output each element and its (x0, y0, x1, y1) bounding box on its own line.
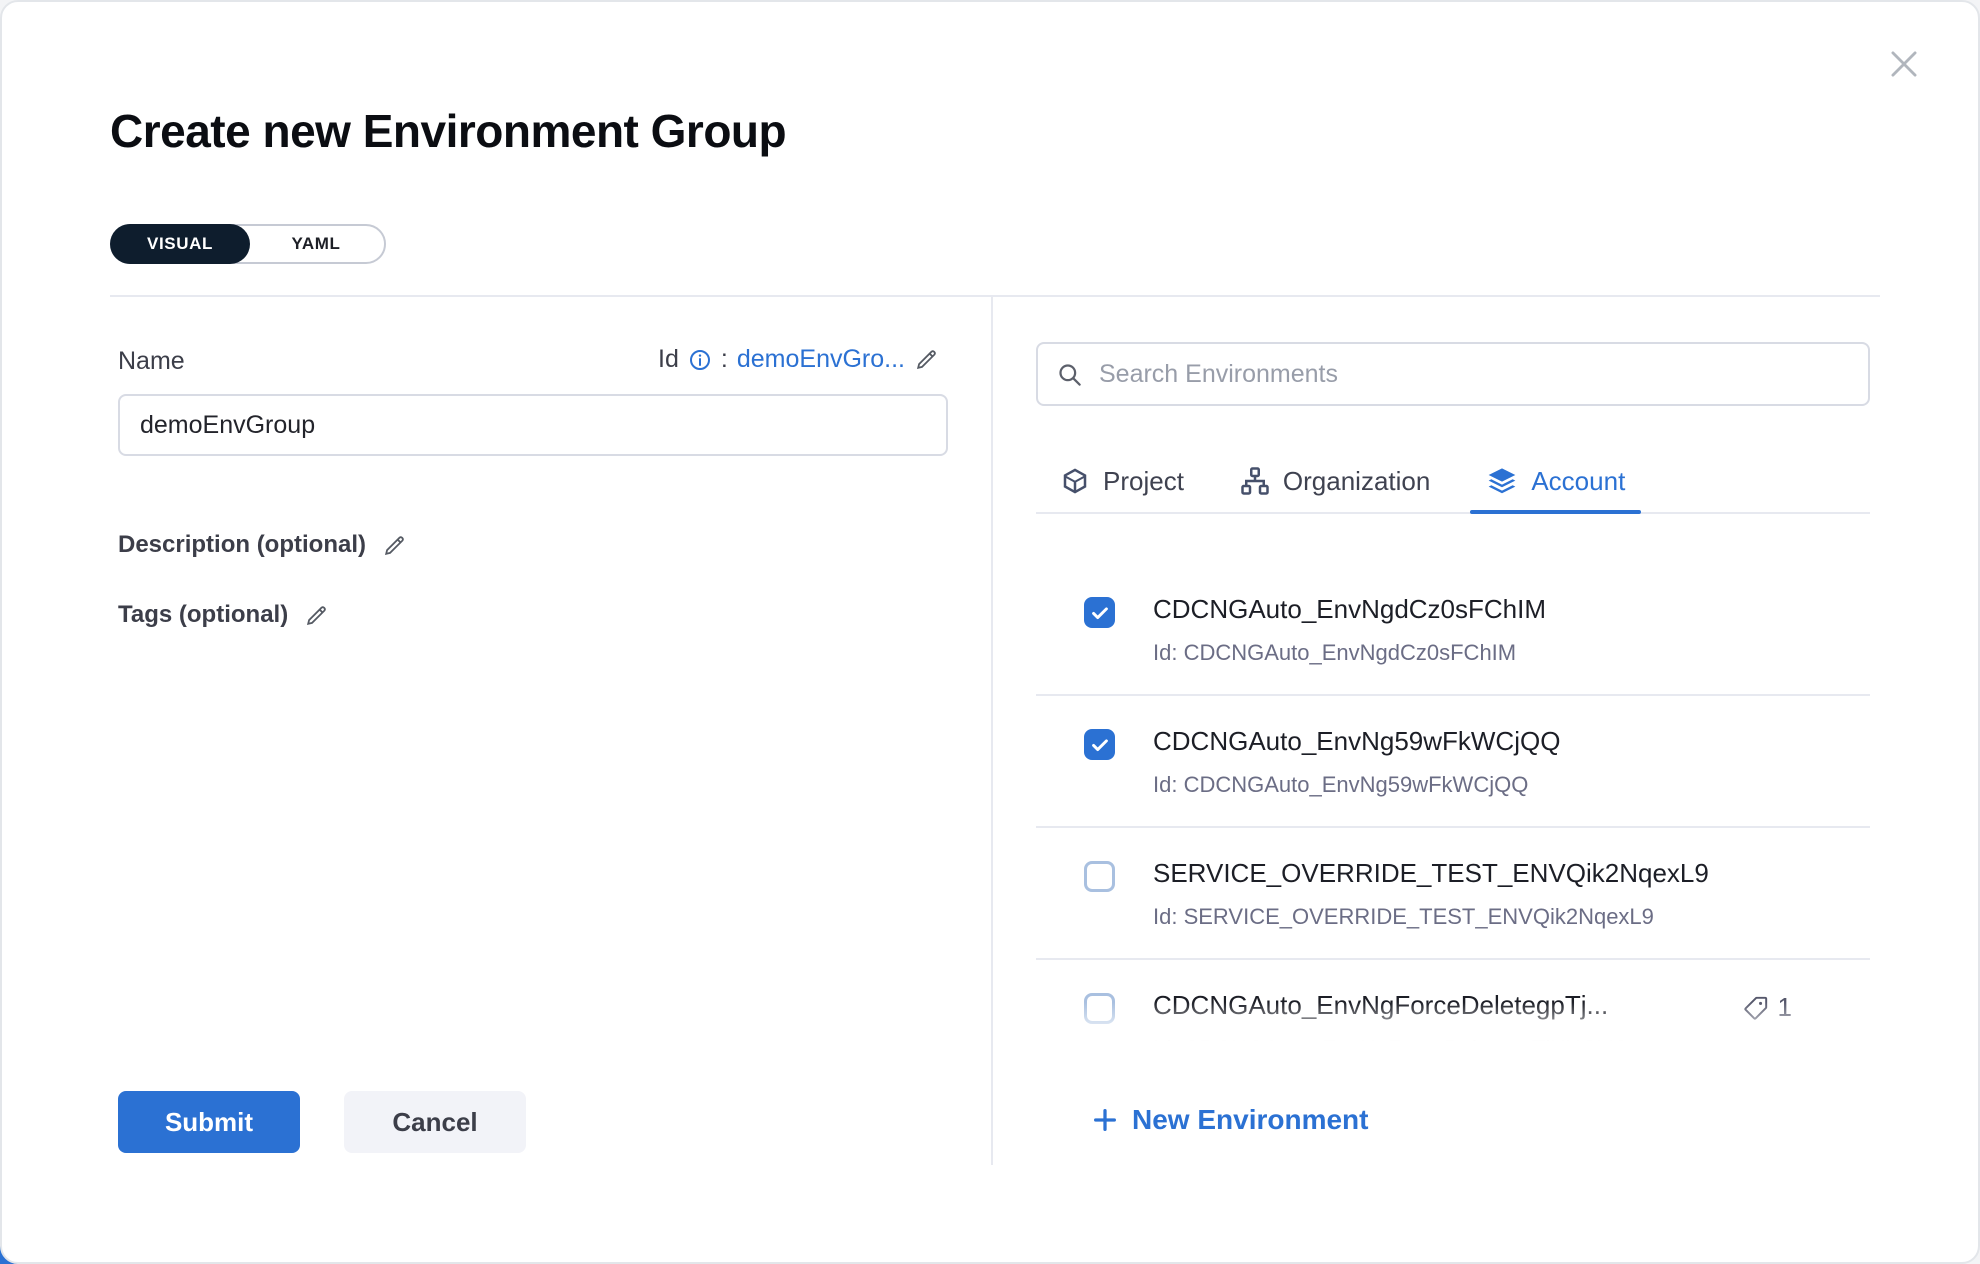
horizontal-divider (110, 295, 1880, 297)
visual-yaml-toggle: VISUAL YAML (110, 224, 386, 264)
search-icon (1056, 361, 1083, 388)
environment-id: Id: CDCNGAuto_EnvNgForceDeletegpTjXUQVQ (1153, 1036, 1630, 1048)
environment-list: CDCNGAuto_EnvNgdCz0sFChIM Id: CDCNGAuto_… (1036, 514, 1870, 1048)
id-label: Id (658, 345, 679, 374)
environment-id: Id: SERVICE_OVERRIDE_TEST_ENVQik2NqexL9 (1153, 904, 1709, 930)
toggle-visual[interactable]: VISUAL (110, 224, 250, 264)
create-environment-group-modal: Create new Environment Group VISUAL YAML… (0, 0, 1980, 1264)
checkbox-unchecked[interactable] (1084, 993, 1115, 1024)
tag-count: 1 (1778, 992, 1792, 1023)
close-icon[interactable] (1882, 42, 1926, 86)
scope-tabs: Project Organization Account (1036, 450, 1870, 514)
checkbox-unchecked[interactable] (1084, 861, 1115, 892)
tags-row: Tags (optional) (118, 601, 329, 629)
org-icon (1240, 466, 1270, 496)
tab-account-label: Account (1531, 466, 1625, 497)
environment-row[interactable]: CDCNGAuto_EnvNgForceDeletegpTj... Id: CD… (1036, 960, 1870, 1048)
edit-tags-pencil-icon[interactable] (304, 603, 329, 628)
environment-name: CDCNGAuto_EnvNg59wFkWCjQQ (1153, 726, 1560, 757)
new-environment-button[interactable]: New Environment (1091, 1104, 1368, 1136)
edit-id-pencil-icon[interactable] (914, 347, 939, 372)
checkbox-checked[interactable] (1084, 597, 1115, 628)
description-label: Description (optional) (118, 531, 366, 559)
entity-id-row: Id : demoEnvGro... (658, 345, 939, 374)
environment-search-box (1036, 342, 1870, 406)
checkbox-checked[interactable] (1084, 729, 1115, 760)
page-title: Create new Environment Group (110, 104, 786, 158)
vertical-divider (991, 297, 993, 1165)
entity-id-value[interactable]: demoEnvGro... (737, 345, 905, 374)
toggle-yaml[interactable]: YAML (248, 226, 384, 262)
submit-button[interactable]: Submit (118, 1091, 300, 1153)
name-label: Name (118, 347, 185, 376)
edit-description-pencil-icon[interactable] (382, 533, 407, 558)
environment-name: CDCNGAuto_EnvNgdCz0sFChIM (1153, 594, 1546, 625)
tag-icon (1743, 992, 1769, 1021)
tab-project[interactable]: Project (1060, 450, 1184, 512)
environment-row[interactable]: CDCNGAuto_EnvNgdCz0sFChIM Id: CDCNGAuto_… (1036, 564, 1870, 696)
environment-id: Id: CDCNGAuto_EnvNgdCz0sFChIM (1153, 640, 1546, 666)
id-separator: : (721, 345, 728, 374)
name-input[interactable] (118, 394, 948, 456)
plus-icon (1091, 1106, 1119, 1134)
description-row: Description (optional) (118, 531, 407, 559)
tags-label: Tags (optional) (118, 601, 288, 629)
tab-organization-label: Organization (1283, 466, 1430, 497)
tag-count-badge: 1 (1743, 990, 1792, 1023)
environment-id: Id: CDCNGAuto_EnvNg59wFkWCjQQ (1153, 772, 1560, 798)
search-input[interactable] (1099, 360, 1850, 389)
layers-icon (1486, 465, 1518, 497)
cube-icon (1060, 466, 1090, 496)
environment-name: CDCNGAuto_EnvNgForceDeletegpTj... (1153, 990, 1630, 1021)
info-icon[interactable] (688, 348, 712, 372)
tab-project-label: Project (1103, 466, 1184, 497)
cancel-button[interactable]: Cancel (344, 1091, 526, 1153)
tab-account[interactable]: Account (1486, 450, 1625, 512)
tab-organization[interactable]: Organization (1240, 450, 1430, 512)
environment-row[interactable]: SERVICE_OVERRIDE_TEST_ENVQik2NqexL9 Id: … (1036, 828, 1870, 960)
environment-name: SERVICE_OVERRIDE_TEST_ENVQik2NqexL9 (1153, 858, 1709, 889)
environment-row[interactable]: CDCNGAuto_EnvNg59wFkWCjQQ Id: CDCNGAuto_… (1036, 696, 1870, 828)
new-environment-label: New Environment (1132, 1104, 1368, 1136)
